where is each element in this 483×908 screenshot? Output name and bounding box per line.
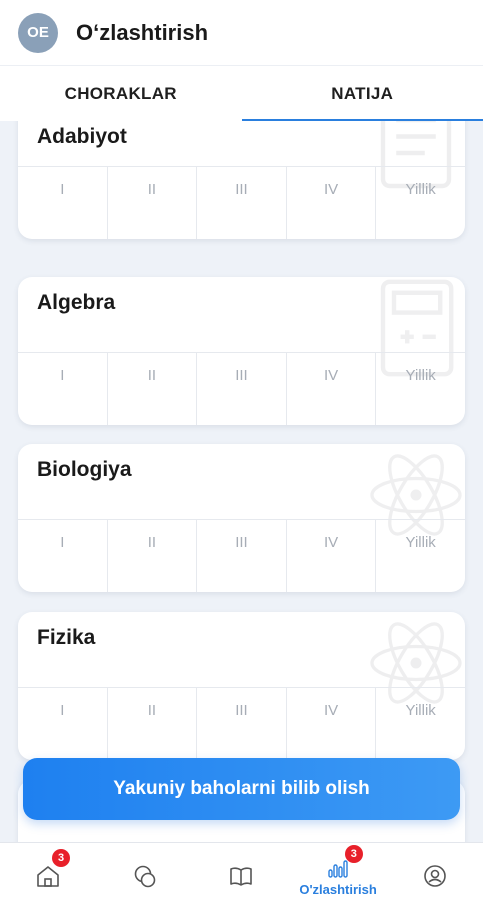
tab-bar: CHORAKLAR NATIJA (0, 66, 483, 121)
grade-row: I II III IV Yillik (18, 166, 465, 239)
bottom-nav: 3 O'zlashtirish 3 (0, 842, 483, 908)
nav-home[interactable]: 3 (0, 843, 97, 908)
subject-card-adabiyot[interactable]: Adabiyot I II III IV Yillik (18, 121, 465, 239)
notification-badge: 3 (344, 845, 363, 863)
grade-cell-3: III (197, 688, 287, 760)
subject-title: Adabiyot (37, 125, 127, 148)
book-icon (230, 866, 253, 886)
subject-card-biologiya[interactable]: Biologiya I II III IV Yillik (18, 444, 465, 592)
nav-book[interactable] (193, 843, 290, 908)
grade-cell-yillik: Yillik (405, 534, 436, 551)
tab-choraklar[interactable]: CHORAKLAR (0, 66, 242, 121)
grade-row: I II III IV Yillik (18, 519, 465, 592)
grade-cell-1: I (18, 688, 108, 760)
grade-cell-3: III (197, 353, 287, 425)
grade-cell-yillik: Yillik (405, 181, 436, 198)
grade-cell-3: III (197, 167, 287, 239)
grade-cell-2: II (108, 167, 198, 239)
profile-icon (423, 864, 446, 887)
avatar[interactable]: OE (18, 12, 58, 53)
subjects-list[interactable]: Adabiyot I II III IV Yillik Algebra I II… (0, 121, 483, 842)
grade-cell-1: I (18, 520, 108, 592)
grade-cell-4: IV (287, 688, 377, 760)
nav-progress-label: O'zlashtirish (299, 882, 377, 897)
grade-row: I II III IV Yillik (18, 687, 465, 760)
final-grades-button[interactable]: Yakuniy baholarni bilib olish (23, 758, 460, 820)
app-header: OE O‘zlashtirish (0, 0, 483, 66)
grade-cell-yillik: Yillik (405, 367, 436, 384)
page-title: O‘zlashtirish (76, 19, 209, 45)
grade-cell-1: I (18, 167, 108, 239)
tab-natija[interactable]: NATIJA (241, 66, 483, 121)
grade-cell-2: II (108, 688, 198, 760)
nav-progress[interactable]: O'zlashtirish 3 (290, 843, 387, 908)
grade-cell-4: IV (287, 520, 377, 592)
subject-title: Biologiya (37, 458, 132, 481)
grade-row: I II III IV Yillik (18, 352, 465, 425)
grade-cell-yillik: Yillik (405, 702, 436, 719)
subject-card-algebra[interactable]: Algebra I II III IV Yillik (18, 277, 465, 425)
notification-badge: 3 (52, 849, 70, 867)
subject-title: Fizika (37, 626, 96, 649)
subject-card-fizika[interactable]: Fizika I II III IV Yillik (18, 612, 465, 760)
subject-title: Algebra (37, 291, 116, 314)
grade-cell-3: III (197, 520, 287, 592)
grade-cell-4: IV (287, 167, 377, 239)
grade-cell-2: II (108, 520, 198, 592)
nav-profile[interactable] (386, 843, 483, 908)
nav-chat[interactable] (97, 843, 194, 908)
chat-icon (134, 865, 156, 887)
grade-cell-1: I (18, 353, 108, 425)
grade-cell-2: II (108, 353, 198, 425)
grade-cell-4: IV (287, 353, 377, 425)
